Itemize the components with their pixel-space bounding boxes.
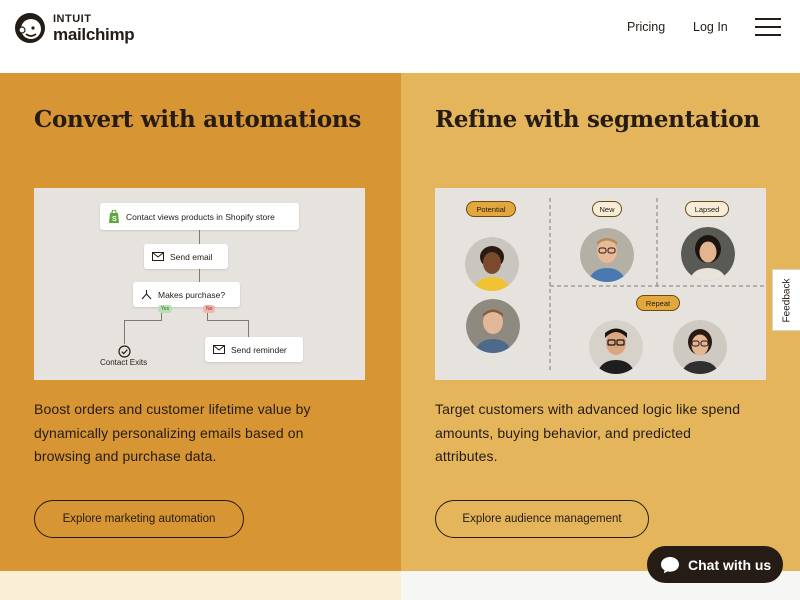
next-section-left [0,571,401,600]
automations-panel: Convert with automations S Contact views… [0,73,401,571]
explore-marketing-automation-button[interactable]: Explore marketing automation [34,500,244,538]
segmentation-illustration: Potential New Lapsed Repeat [435,188,766,380]
mailchimp-logo[interactable]: INTUIT mailchimp [14,10,144,46]
flow-send-email-card: Send email [144,244,228,269]
feedback-label: Feedback [781,278,793,322]
envelope-icon [152,252,164,261]
branch-icon [141,289,152,300]
segment-tag-lapsed: Lapsed [685,201,729,217]
segment-tag-new: New [592,201,622,217]
automation-flow-illustration: S Contact views products in Shopify stor… [34,188,365,380]
chat-bubble-icon [661,556,679,573]
automations-title: Convert with automations [34,106,362,133]
automations-description: Boost orders and customer lifetime value… [34,401,311,464]
logo-intuit-text: INTUIT [53,12,92,25]
flow-condition-card: Makes purchase? [133,282,240,307]
feedback-tab[interactable]: Feedback [772,269,800,331]
flow-trigger-label: Contact views products in Shopify store [126,211,275,222]
envelope-icon [213,345,225,354]
logo-mailchimp-text: mailchimp [53,24,135,44]
customer-avatar [589,320,643,374]
customer-avatar [580,228,634,282]
flow-yes-pill: Yes [158,305,173,313]
check-circle-icon [118,345,131,358]
explore-audience-management-button[interactable]: Explore audience management [435,500,649,538]
segmentation-title: Refine with segmentation [435,106,760,133]
shopify-bag-icon: S [108,210,120,223]
segmentation-description: Target customers with advanced logic lik… [435,401,741,464]
flow-send-reminder-label: Send reminder [231,344,287,355]
chat-label: Chat with us [688,556,772,573]
hamburger-menu-icon[interactable] [755,18,781,36]
customer-avatar [466,299,520,353]
flow-no-pill: No [203,305,216,313]
flow-send-reminder-card: Send reminder [205,337,303,362]
segmentation-panel: Refine with segmentation Potential New L… [401,73,800,571]
customer-avatar [673,320,727,374]
segment-tag-repeat: Repeat [636,295,680,311]
chat-with-us-button[interactable]: Chat with us [647,546,783,583]
segment-tag-potential: Potential [466,201,516,217]
flow-trigger-card: S Contact views products in Shopify stor… [100,203,299,230]
flow-send-email-label: Send email [170,251,213,262]
freddie-logo-icon [15,13,45,43]
flow-condition-label: Makes purchase? [158,289,226,300]
flow-exit-label: Contact Exits [100,358,148,367]
customer-avatar [465,237,519,291]
nav-pricing-link[interactable]: Pricing [627,20,665,34]
svg-text:S: S [112,216,117,223]
site-header: INTUIT mailchimp Pricing Log In [0,0,800,73]
customer-avatar [681,227,735,281]
nav-login-link[interactable]: Log In [693,20,728,34]
